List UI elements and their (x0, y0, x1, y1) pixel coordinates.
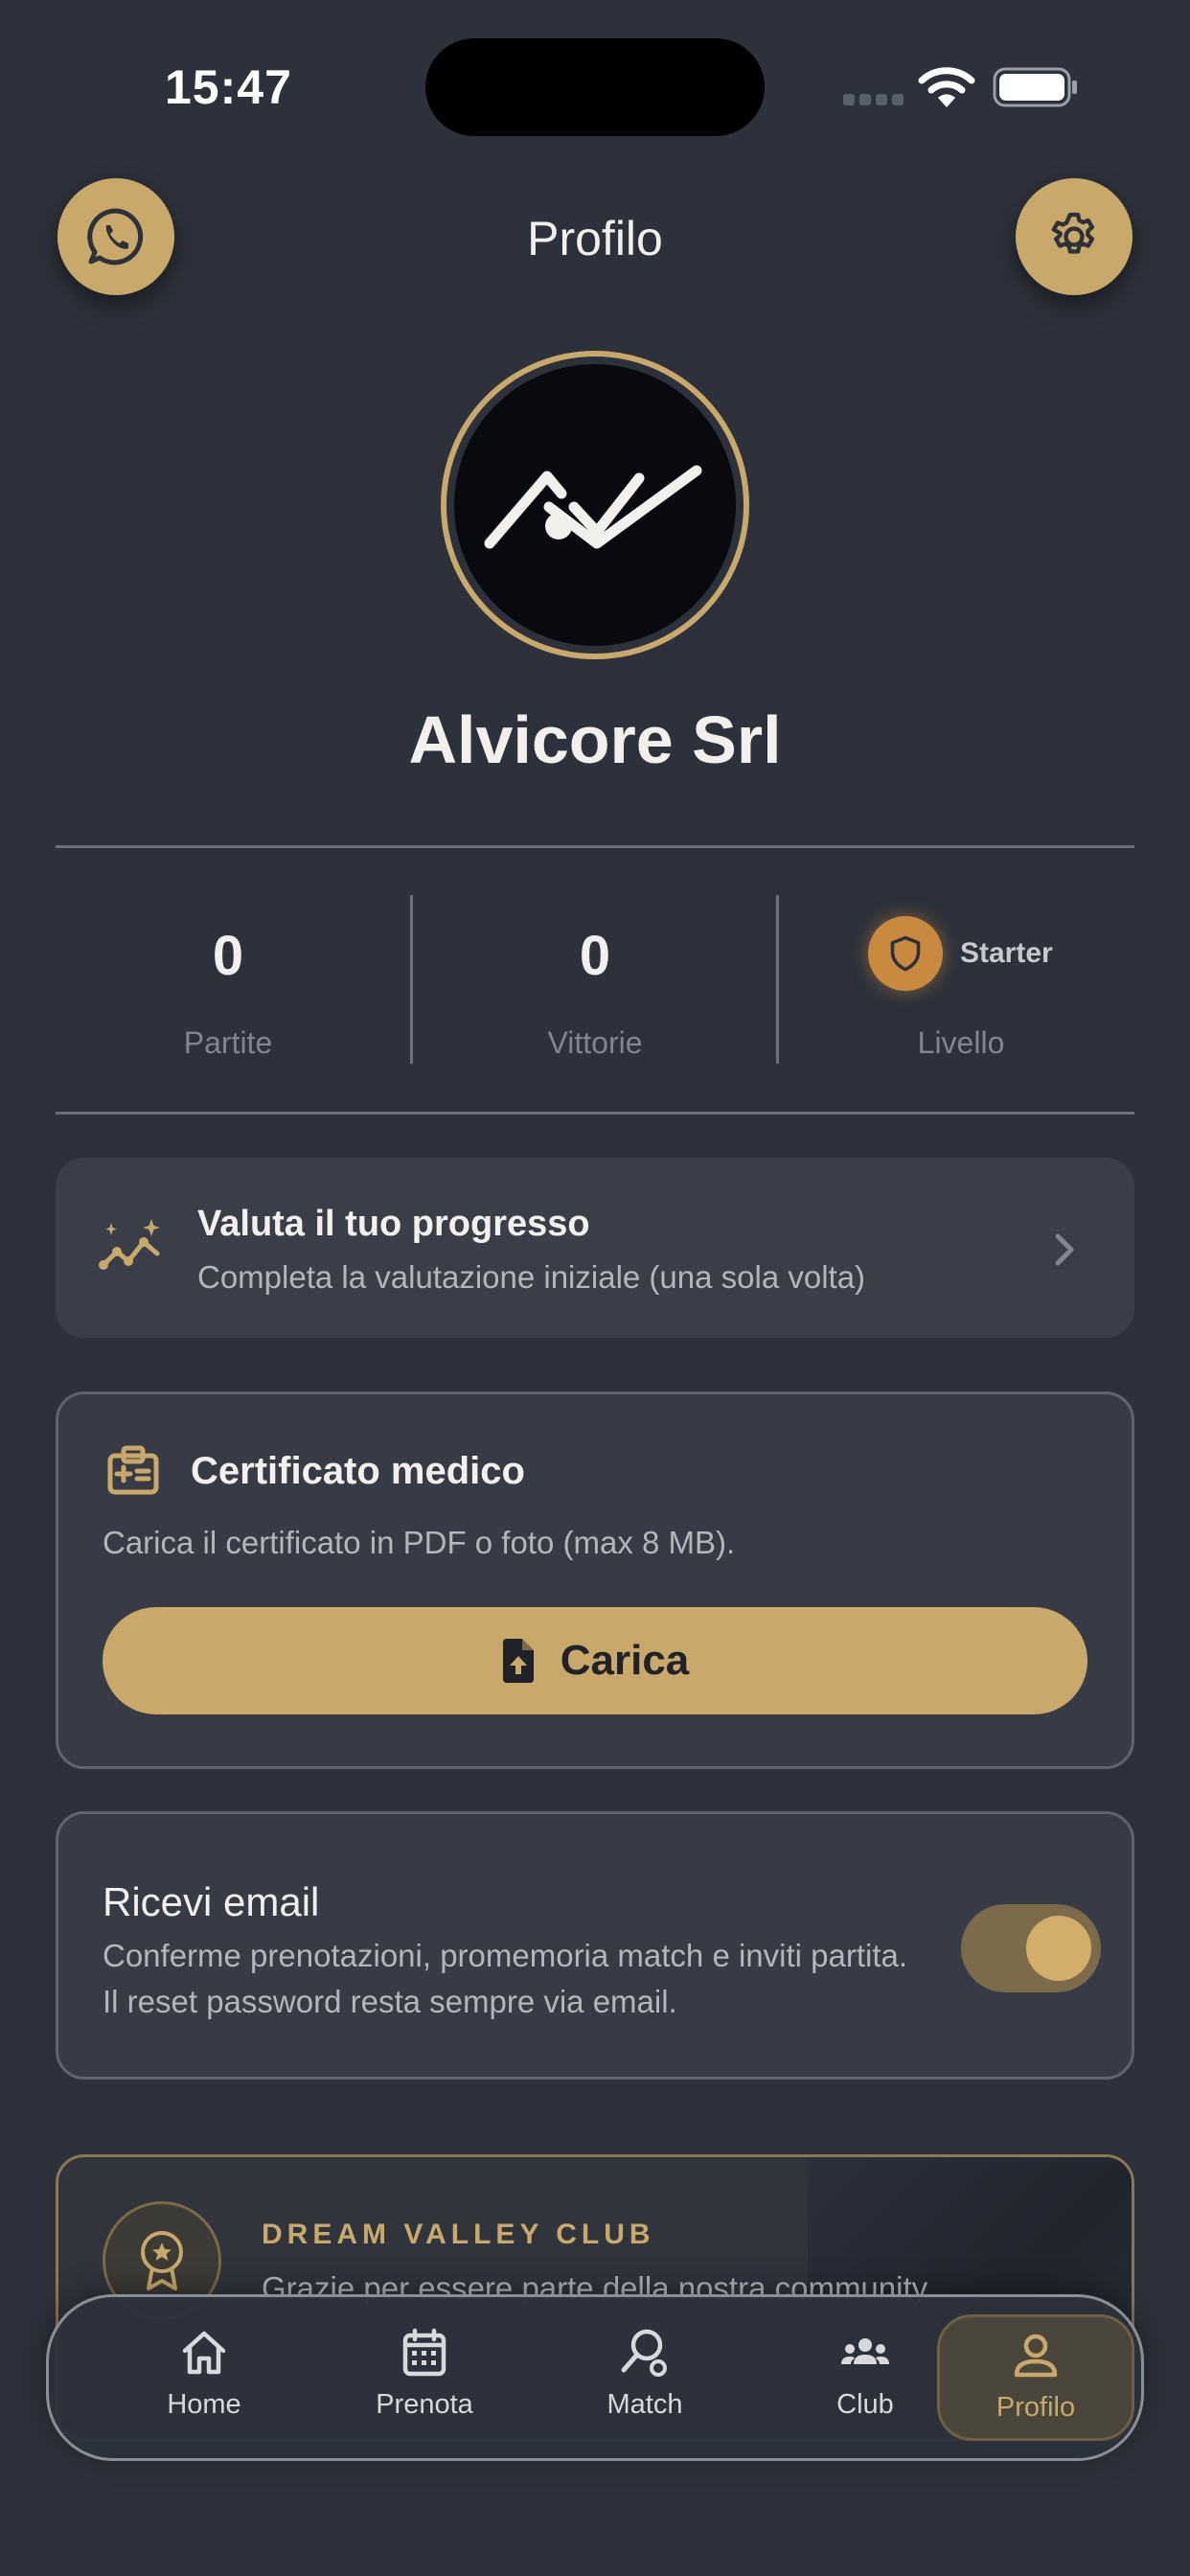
settings-button[interactable] (1016, 178, 1133, 295)
battery-icon (993, 67, 1077, 107)
calendar-icon (402, 2328, 446, 2377)
gear-icon (1051, 212, 1095, 254)
level-badge (868, 916, 943, 991)
email-toggle[interactable] (961, 1904, 1101, 1992)
tab-label: Profilo (995, 2392, 1076, 2423)
user-icon (1014, 2334, 1058, 2378)
progress-subtitle: Completa la valutazione iniziale (una so… (197, 1259, 866, 1295)
progress-card[interactable]: Valuta il tuo progresso Completa la valu… (56, 1158, 1134, 1338)
profile-name: Alvicore Srl (408, 702, 782, 777)
certificate-card: Certificato medico Carica il certificato… (56, 1392, 1134, 1769)
status-time: 15:47 (165, 60, 292, 114)
email-title: Ricevi email (103, 1879, 320, 1924)
divider (56, 1112, 1134, 1115)
chevron-right-icon (1055, 1233, 1074, 1266)
tab-club[interactable]: Club (767, 2314, 964, 2441)
certificate-description: Carica il certificato in PDF o foto (max… (103, 1525, 736, 1560)
email-description: Conferme prenotazioni, promemoria match … (103, 1938, 908, 2019)
wifi-icon (918, 67, 975, 107)
tab-label: Prenota (376, 2389, 473, 2420)
tab-label: Match (606, 2389, 683, 2420)
wins-label: Vittorie (547, 1025, 643, 1060)
level-label: Livello (917, 1025, 1005, 1060)
tab-label: Home (167, 2389, 241, 2420)
home-icon (182, 2331, 226, 2375)
tab-prenota[interactable]: Prenota (326, 2314, 523, 2441)
matches-count: 0 (212, 925, 244, 987)
club-name: DREAM VALLEY CLUB (262, 2219, 655, 2250)
status-bar: 15:47 (0, 0, 1190, 172)
divider (56, 845, 1134, 848)
page-title: Profilo (527, 212, 663, 265)
avatar[interactable] (441, 351, 749, 659)
medical-id-icon (107, 1445, 159, 1495)
email-card: Ricevi email Conferme prenotazioni, prom… (56, 1811, 1134, 2080)
toggle-knob (1026, 1916, 1091, 1981)
racket-icon (621, 2329, 667, 2377)
certificate-title: Certificato medico (191, 1450, 525, 1492)
upload-button[interactable]: Carica (103, 1607, 1087, 1714)
progress-title: Valuta il tuo progresso (197, 1204, 590, 1244)
tab-label: Club (836, 2389, 894, 2420)
tab-match[interactable]: Match (546, 2314, 744, 2441)
upload-label: Carica (560, 1637, 690, 1684)
dynamic-island (425, 38, 765, 136)
sparkle-chart-icon (99, 1219, 160, 1270)
file-upload-icon (502, 1639, 534, 1683)
tab-profilo[interactable]: Profilo (937, 2314, 1134, 2441)
group-icon (841, 2338, 889, 2364)
avatar-logo (454, 364, 736, 646)
level-name: Starter (960, 937, 1053, 969)
wins-count: 0 (579, 925, 611, 987)
matches-label: Partite (183, 1025, 273, 1060)
tab-bar: Home Prenota Match Club Profilo (46, 2294, 1144, 2461)
tab-home[interactable]: Home (105, 2314, 303, 2441)
signal-icon (843, 94, 904, 105)
award-icon (141, 2231, 183, 2290)
shield-icon (890, 935, 921, 972)
